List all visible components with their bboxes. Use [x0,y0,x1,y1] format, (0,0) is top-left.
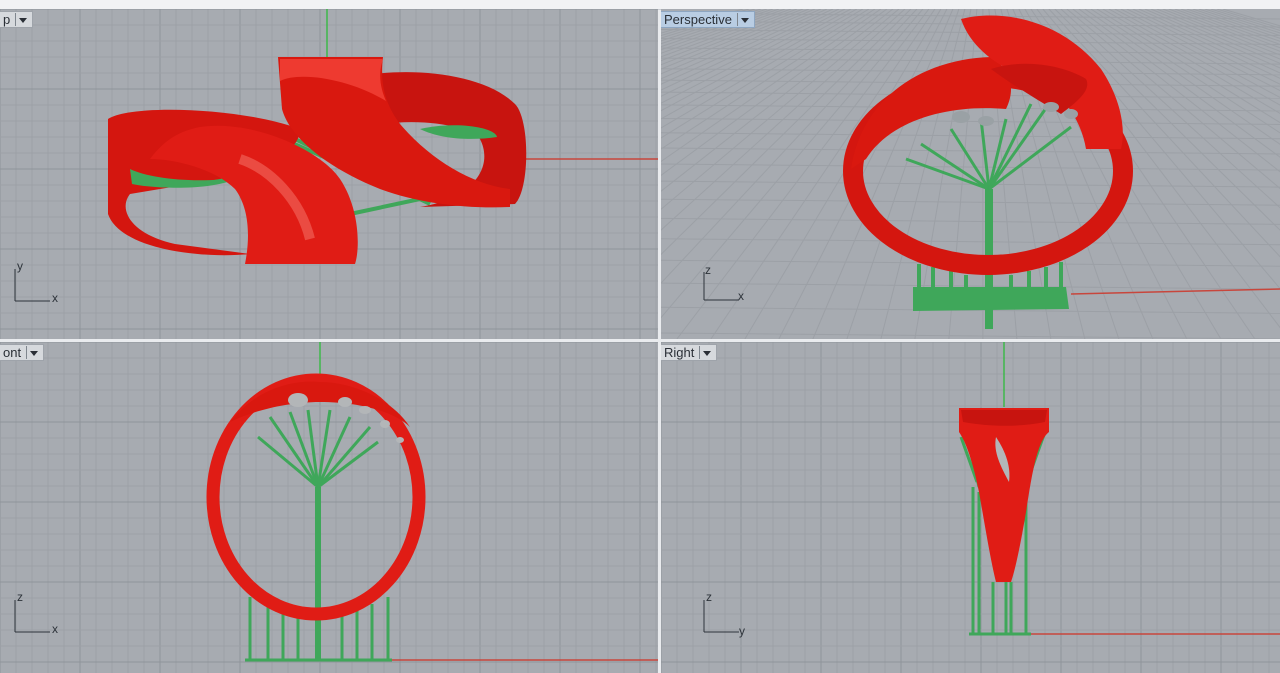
grid-line [661,117,1280,125]
dropdown-arrow-icon[interactable] [699,346,712,359]
viewport-top[interactable]: p y x [0,9,658,339]
viewport-title: ont [3,345,22,360]
viewport-front[interactable]: ont z x [0,342,658,673]
viewport-right[interactable]: Right z y [661,342,1280,673]
support-tree [257,409,379,660]
grid-line [661,132,1280,140]
viewport-title-tab[interactable]: Right [661,344,718,361]
dropdown-arrow-icon[interactable] [26,346,39,359]
viewport-title-tab[interactable]: p [0,11,34,28]
grid-line [661,217,1280,225]
perspective-view-scene [661,9,1280,339]
viewport-title: p [3,12,11,27]
axis-label-vertical: z [17,590,23,604]
top-view-scene [0,9,658,339]
grid [661,342,1280,673]
dropdown-arrow-icon[interactable] [736,13,750,26]
axis-label-vertical: y [17,259,23,273]
grid-line [661,332,1280,339]
right-view-scene [661,342,1280,673]
viewport-title-tab[interactable]: ont [0,344,45,361]
grid-line [661,37,1280,45]
axis-label-horizontal: x [738,289,744,303]
viewport-title-tab[interactable]: Perspective [661,11,755,28]
axis-label-horizontal: y [739,624,745,638]
viewport-title: Right [664,345,695,360]
axis-label-vertical: z [705,263,711,277]
grid-line [744,9,942,339]
front-view-scene [0,342,658,673]
grid-line [661,198,1280,206]
axis-label-horizontal: x [52,291,58,305]
axis-label-horizontal: x [52,622,58,636]
viewport-perspective[interactable]: Perspective z x [661,9,1280,339]
dropdown-arrow-icon[interactable] [15,13,28,26]
axis-label-vertical: z [706,590,712,604]
grid-line [661,147,1280,155]
viewport-title: Perspective [664,12,732,27]
grid-line [661,163,1280,171]
